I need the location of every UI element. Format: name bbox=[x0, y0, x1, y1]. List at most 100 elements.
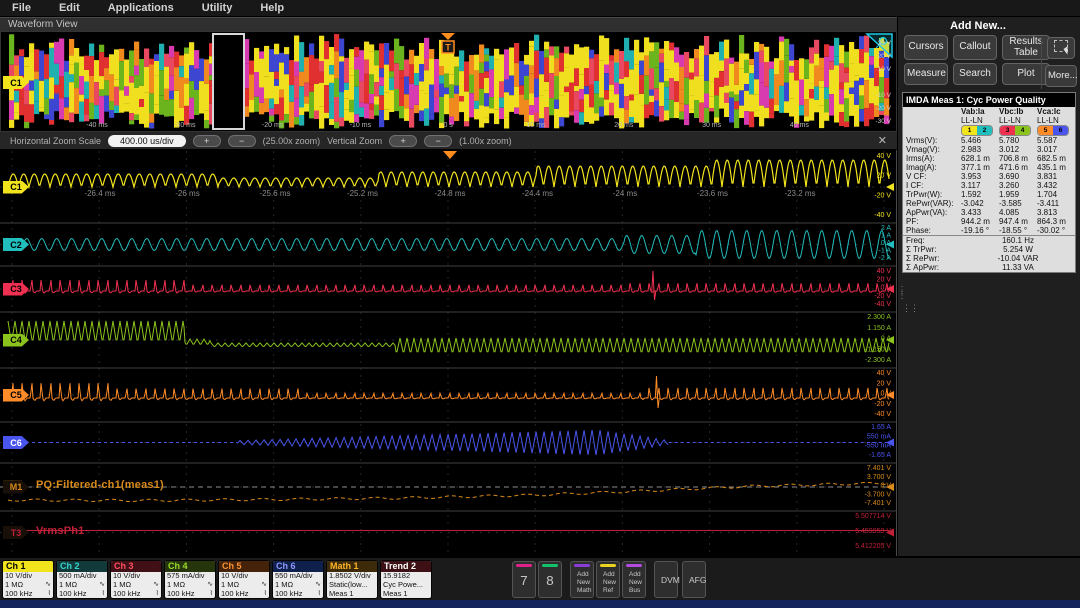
menu-help[interactable]: Help bbox=[260, 2, 284, 14]
imda-results-table[interactable]: IMDA Meas 1: Cyc Power Quality ⋮⋮ Vab:Ia… bbox=[902, 92, 1076, 273]
add-results-table-button[interactable]: Results Table bbox=[1002, 35, 1050, 60]
overview-trigger-arrow-icon[interactable] bbox=[441, 33, 455, 40]
C4-scale-label: 2.300 A bbox=[867, 314, 891, 321]
badge-line: 500 mA/div bbox=[57, 572, 107, 581]
M1-scale-label: -7.401 V bbox=[865, 500, 892, 507]
bottom-strip bbox=[0, 600, 1080, 608]
menu-utility[interactable]: Utility bbox=[202, 2, 233, 14]
hzoom-increase-button[interactable]: + bbox=[193, 135, 221, 147]
imda-value-cell: 435.1 m bbox=[1037, 163, 1075, 172]
C1-scale-label: -40 V bbox=[874, 212, 891, 219]
C3-scale-label: -20 V bbox=[874, 293, 891, 300]
add-cursors-button[interactable]: Cursors bbox=[904, 35, 948, 60]
imda-summary-label: Freq: bbox=[903, 236, 961, 245]
C1-scale-label: 40 V bbox=[877, 153, 892, 160]
add-new-math-button[interactable]: Add New Math bbox=[570, 561, 594, 598]
C5-waveform bbox=[8, 383, 889, 401]
badge-line-text: 1 MΩ bbox=[167, 581, 185, 590]
imda-measurement-row: TrPwr(W):1.5921.9591.704 bbox=[903, 190, 1075, 199]
C1-level-arrow[interactable] bbox=[886, 183, 894, 191]
table-drag-handle[interactable]: ⋮⋮ bbox=[902, 303, 918, 314]
channel-8-button[interactable]: 8 bbox=[538, 561, 562, 598]
badge-line: 1 MΩ∿ bbox=[57, 581, 107, 590]
badge-line: 15.9182 bbox=[381, 572, 431, 581]
overview-time-label: 30 ms bbox=[702, 122, 722, 129]
imda-row-label: Phase: bbox=[903, 226, 961, 235]
badge-line-text: 1 MΩ bbox=[221, 581, 239, 590]
overview-trigger-label: T bbox=[445, 43, 451, 53]
C6-scale-label: -550 mA bbox=[865, 443, 892, 450]
channel-badge-trend2[interactable]: Trend 215.9182Cyc Powe...Meas 1 bbox=[380, 560, 432, 599]
selection-box-icon bbox=[1054, 40, 1068, 52]
channel-badge-ch5[interactable]: Ch 510 V/div1 MΩ∿100 kHz⌇ bbox=[218, 560, 270, 599]
waveform-main-view[interactable]: 40 V20 V-20 V-40 V2 A1 A0 A-1 A-2 A40 V2… bbox=[0, 150, 897, 556]
add-measure-button[interactable]: Measure bbox=[904, 63, 948, 85]
add-callout-button[interactable]: Callout bbox=[953, 35, 997, 60]
tab-waveform-view[interactable]: Waveform View bbox=[0, 19, 77, 30]
badge-line-text: 500 mA/div bbox=[59, 572, 97, 581]
vzoom-increase-button[interactable]: + bbox=[389, 135, 417, 147]
panel-resize-handle[interactable]: ⋮⋮ bbox=[897, 288, 907, 298]
more-button[interactable]: More... bbox=[1045, 65, 1077, 87]
overview-plot: T30 V20 V10 V-10 V-20 V-30 V-40 ms-30 ms… bbox=[1, 32, 896, 131]
channel-7-button[interactable]: 7 bbox=[512, 561, 536, 598]
add-new-bus-button[interactable]: Add New Bus bbox=[622, 561, 646, 598]
imda-subheader-row: LL-LNLL-LNLL-LN bbox=[903, 116, 1075, 125]
hzoom-scale-value[interactable]: 400.00 us/div bbox=[108, 135, 186, 147]
menu-edit[interactable]: Edit bbox=[59, 2, 80, 14]
coupling-icon: ∿ bbox=[99, 581, 105, 590]
add-new-ref-button[interactable]: Add New Ref bbox=[596, 561, 620, 598]
add-plot-button[interactable]: Plot bbox=[1002, 63, 1050, 85]
channel-badge-ch6[interactable]: Ch 6550 mA/div1 MΩ∿100 kHz⌇ bbox=[272, 560, 324, 599]
button-label: AFG bbox=[689, 563, 699, 597]
button-label: Add New Ref bbox=[603, 564, 613, 595]
imda-value-cell: 947.4 m bbox=[999, 217, 1037, 226]
waveform-overview[interactable]: T30 V20 V10 V-10 V-20 V-30 V-40 ms-30 ms… bbox=[0, 31, 897, 132]
overview-zoom-window[interactable] bbox=[213, 34, 244, 129]
imda-row-label: RePwr(VAR): bbox=[903, 199, 961, 208]
imda-value-cell: 2.983 bbox=[961, 145, 999, 154]
channel-badge-ch3[interactable]: Ch 310 V/div1 MΩ∿100 kHz⌇ bbox=[110, 560, 162, 599]
menu-file[interactable]: File bbox=[12, 2, 31, 14]
imda-value-cell: 706.8 m bbox=[999, 154, 1037, 163]
imda-measurement-row: PF:944.2 m947.4 m864.3 m bbox=[903, 217, 1075, 226]
overview-v-label: -20 V bbox=[875, 105, 891, 112]
hzoom-decrease-button[interactable]: − bbox=[228, 135, 256, 147]
imda-value-cell: 1.704 bbox=[1037, 190, 1075, 199]
imda-summary-label: Σ RePwr: bbox=[903, 254, 961, 263]
overview-v-label: 10 V bbox=[878, 66, 892, 73]
channel-badge-ch2[interactable]: Ch 2500 mA/div1 MΩ∿100 kHz⌇ bbox=[56, 560, 108, 599]
bandwidth-icon: ⌇ bbox=[48, 590, 51, 599]
add-search-button[interactable]: Search bbox=[953, 63, 997, 85]
imda-row-label: Imag(A): bbox=[903, 163, 961, 172]
imda-table-title: IMDA Meas 1: Cyc Power Quality bbox=[903, 93, 1075, 107]
C6-scale-label: 1.65 A bbox=[871, 424, 891, 431]
imda-measurement-row: RePwr(VAR):-3.042-3.585-3.411 bbox=[903, 199, 1075, 208]
badge-line: Static(low... bbox=[327, 581, 377, 590]
afg-button[interactable]: AFG bbox=[682, 561, 706, 598]
imda-summary-label: Σ TrPwr: bbox=[903, 245, 961, 254]
main-trigger-position-icon[interactable] bbox=[443, 151, 457, 159]
button-label: Add New Math bbox=[577, 564, 587, 595]
vzoom-decrease-button[interactable]: − bbox=[424, 135, 452, 147]
imda-value-cell: -3.411 bbox=[1037, 199, 1075, 208]
channel-badge-math1[interactable]: Math 11.8502 V/divStatic(low...Meas 1 bbox=[326, 560, 378, 599]
zoom-select-button[interactable] bbox=[1047, 37, 1075, 59]
channel-badge-ch4[interactable]: Ch 4575 mA/div1 MΩ∿100 kHz⌇ bbox=[164, 560, 216, 599]
badge-line-text: 100 kHz bbox=[221, 590, 249, 599]
channel-badge-ch1[interactable]: Ch 110 V/div1 MΩ∿100 kHz⌇ bbox=[2, 560, 54, 599]
dvm-button[interactable]: DVM bbox=[654, 561, 678, 598]
hzoom-factor: (25.00x zoom) bbox=[263, 136, 321, 146]
menu-bar: File Edit Applications Utility Help bbox=[0, 0, 1080, 17]
pair-channel-a: 1 bbox=[962, 126, 977, 135]
badge-line: 10 V/div bbox=[219, 572, 269, 581]
imda-value-cell: 377.1 m bbox=[961, 163, 999, 172]
overview-time-label: -10 ms bbox=[350, 122, 372, 129]
C2-scale-label: 2 A bbox=[881, 225, 891, 232]
zoom-close-icon[interactable]: ✕ bbox=[878, 134, 887, 147]
bottom-settings-bar: Horizontal 10 ms/div100 ms SR: 312.5 kS/… bbox=[0, 556, 1080, 600]
imda-value-cell: -3.042 bbox=[961, 199, 999, 208]
imda-value-cell: 5.780 bbox=[999, 136, 1037, 145]
menu-applications[interactable]: Applications bbox=[108, 2, 174, 14]
imda-summary-value: 160.1 Hz bbox=[961, 236, 1075, 245]
